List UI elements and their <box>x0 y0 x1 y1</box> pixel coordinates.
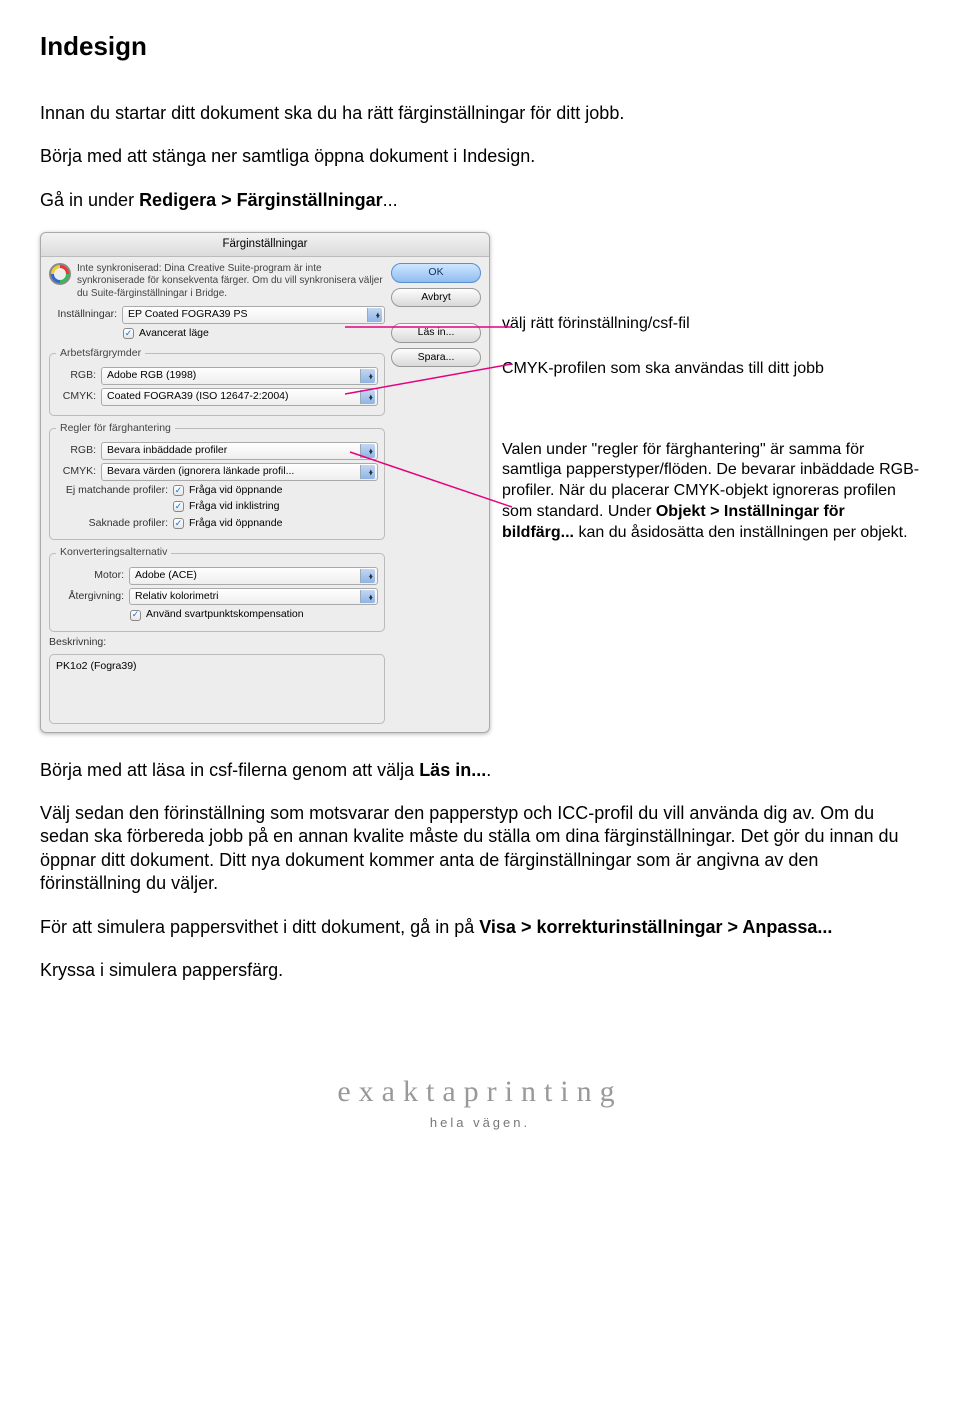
advanced-label: Avancerat läge <box>139 327 209 341</box>
ok-button[interactable]: OK <box>391 263 481 283</box>
mismatch-open-checkbox[interactable] <box>173 485 184 496</box>
policy-rgb-select[interactable]: Bevara inbäddade profiler <box>101 442 378 460</box>
settings-label: Inställningar: <box>49 308 117 322</box>
sync-status-text: Inte synkroniserad: Dina Creative Suite-… <box>77 263 385 301</box>
dialog-titlebar: Färginställningar <box>41 233 489 257</box>
engine-select[interactable]: Adobe (ACE) <box>129 567 378 585</box>
workspace-cmyk-select[interactable]: Coated FOGRA39 (ISO 12647-2:2004) <box>101 388 378 406</box>
sync-status-icon <box>49 263 71 285</box>
settings-select[interactable]: EP Coated FOGRA39 PS <box>122 306 385 324</box>
cancel-button[interactable]: Avbryt <box>391 288 481 308</box>
intent-select[interactable]: Relativ kolorimetri <box>129 588 378 606</box>
footer: exaktaprinting hela vägen. <box>40 1072 920 1132</box>
conversion-group: Konverteringsalternativ Motor: Adobe (AC… <box>49 546 385 632</box>
workspace-rgb-select[interactable]: Adobe RGB (1998) <box>101 367 378 385</box>
description-box: PK1o2 (Fogra39) <box>49 654 385 724</box>
intro-p3: Gå in under Redigera > Färginställningar… <box>40 189 920 212</box>
footer-logo: exaktaprinting <box>40 1072 920 1111</box>
annotation-2: CMYK-profilen som ska användas till ditt… <box>502 359 920 380</box>
advanced-checkbox[interactable] <box>123 328 134 339</box>
footer-tagline: hela vägen. <box>40 1115 920 1132</box>
annotation-3: Valen under "regler för färghantering" ä… <box>502 440 920 544</box>
missing-open-checkbox[interactable] <box>173 518 184 529</box>
policies-group: Regler för färghantering RGB: Bevara inb… <box>49 422 385 541</box>
intro-p1: Innan du startar ditt dokument ska du ha… <box>40 102 920 125</box>
load-button[interactable]: Läs in... <box>391 323 481 343</box>
color-settings-dialog: Färginställningar Inte synkroniserad: Di… <box>40 232 490 733</box>
page-title: Indesign <box>40 30 920 64</box>
mismatch-paste-checkbox[interactable] <box>173 501 184 512</box>
annotations: välj rätt förinställning/csf-fil CMYK-pr… <box>502 232 920 568</box>
body-text: Börja med att läsa in csf-filerna genom … <box>40 759 920 983</box>
annotation-1: välj rätt förinställning/csf-fil <box>502 314 920 335</box>
intro: Innan du startar ditt dokument ska du ha… <box>40 102 920 212</box>
policy-cmyk-select[interactable]: Bevara värden (ignorera länkade profil..… <box>101 463 378 481</box>
bpc-checkbox[interactable] <box>130 610 141 621</box>
intro-p2: Börja med att stänga ner samtliga öppna … <box>40 145 920 168</box>
save-button[interactable]: Spara... <box>391 348 481 368</box>
workspace-group: Arbetsfärgrymder RGB: Adobe RGB (1998) C… <box>49 347 385 416</box>
